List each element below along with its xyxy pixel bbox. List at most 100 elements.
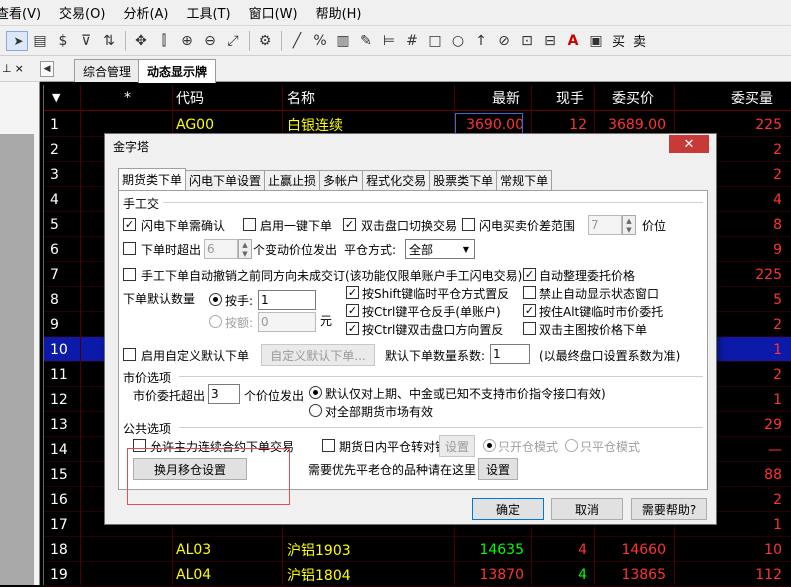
zoom-in-icon[interactable]: ⊕ [176, 30, 198, 52]
menu-view[interactable]: 查看(V) [0, 3, 50, 22]
ctrl-dbl-checkbox[interactable]: ✓ [346, 322, 359, 335]
lock-icon[interactable]: ⊡ [516, 30, 538, 52]
flash-range-checkbox[interactable] [462, 218, 475, 231]
col-name[interactable]: 名称 [287, 85, 315, 110]
row-number: 15 [50, 466, 68, 483]
row-vol: 4 [578, 541, 587, 558]
menu-help[interactable]: 帮助(H) [307, 3, 371, 22]
auto-cancel-checkbox[interactable] [123, 268, 136, 281]
menu-trade[interactable]: 交易(O) [50, 3, 114, 22]
zoom-out-icon[interactable]: ⊖ [199, 30, 221, 52]
filter-icon[interactable]: ⊽ [75, 30, 97, 52]
tab-comprehensive[interactable]: 综合管理 [74, 59, 141, 82]
close-method-select[interactable]: 全部 ▼ [405, 239, 475, 259]
arrow-up-icon[interactable]: ↑ [470, 30, 492, 52]
bars-icon[interactable]: ▥ [332, 30, 354, 52]
line-icon[interactable]: ╱ [286, 30, 308, 52]
col-code[interactable]: 代码 [176, 85, 204, 110]
table-row[interactable]: 19 AL04 沪铝1804 13870 4 13865 112 [44, 562, 791, 587]
market-exceed-input[interactable]: 3 [208, 384, 240, 404]
save-icon[interactable]: ▣ [585, 30, 607, 52]
default-coef-input[interactable]: 1 [490, 344, 530, 364]
col-bid[interactable]: 委买价 [612, 85, 654, 110]
col-last[interactable]: 最新 [492, 85, 520, 110]
circle-icon[interactable]: ○ [447, 30, 469, 52]
custom-default-checkbox[interactable] [123, 348, 136, 361]
sell-button[interactable]: 卖 [629, 31, 650, 50]
disable-status-checkbox[interactable] [523, 286, 536, 299]
menu-tools[interactable]: 工具(T) [177, 3, 239, 22]
intraday-lock-checkbox[interactable] [322, 439, 335, 452]
trash-icon[interactable]: ⊟ [539, 30, 561, 52]
note-icon[interactable]: ▤ [29, 30, 51, 52]
close-only-radio[interactable] [565, 439, 578, 452]
tab-scroll-left-icon[interactable]: ◀ [40, 61, 54, 77]
ctrl-close-checkbox[interactable]: ✓ [346, 304, 359, 317]
all-futures-radio[interactable] [309, 404, 322, 417]
help-button[interactable]: 需要帮助? [631, 498, 707, 520]
dialog-close-button[interactable]: ✕ [669, 135, 709, 153]
timeout-spinner[interactable]: ▲ ▼ [238, 239, 252, 259]
sort-icon[interactable]: ▼ [52, 85, 60, 110]
rectangle-icon[interactable]: □ [424, 30, 446, 52]
col-vol[interactable]: 现手 [556, 85, 584, 110]
move-icon[interactable]: ✥ [130, 30, 152, 52]
auto-adjust-checkbox[interactable]: ✓ [523, 268, 536, 281]
all-futures-label: 对全部期货市场有效 [325, 405, 434, 419]
dblclick-chart-checkbox[interactable] [523, 322, 536, 335]
grid-icon[interactable]: # [401, 30, 423, 52]
expand-icon[interactable]: ⤢ [222, 30, 244, 52]
hand-qty-input[interactable]: 1 [258, 290, 316, 310]
flash-range-input[interactable]: 7 [588, 215, 622, 235]
shift-reverse-checkbox[interactable]: ✓ [346, 286, 359, 299]
gear-icon[interactable]: ⚙ [254, 30, 276, 52]
fib-icon[interactable]: ⊨ [378, 30, 400, 52]
one-click-checkbox[interactable] [243, 218, 256, 231]
menu-analysis[interactable]: 分析(A) [114, 3, 177, 22]
custom-default-button[interactable]: 自定义默认下单... [261, 344, 375, 366]
tab-dynamic-board[interactable]: 动态显示牌 [138, 59, 217, 83]
alt-market-checkbox[interactable]: ✓ [523, 304, 536, 317]
fit-icon[interactable]: ⫿ [153, 30, 175, 52]
section-divider [179, 427, 703, 428]
close-icon[interactable]: × [15, 62, 24, 75]
flash-confirm-checkbox[interactable]: ✓ [123, 218, 136, 231]
dollar-icon[interactable]: $ [52, 30, 74, 52]
table-row[interactable]: 18 AL03 沪铝1903 14635 4 14660 10 [44, 537, 791, 562]
tab-stock-order[interactable]: 股票类下单 [429, 170, 498, 190]
cancel-button[interactable]: 取消 [551, 498, 623, 520]
tab-futures-order[interactable]: 期货类下单 [118, 168, 187, 190]
buy-button[interactable]: 买 [608, 31, 629, 50]
tab-flash-order[interactable]: 闪电下单设置 [185, 170, 266, 190]
ok-button[interactable]: 确定 [472, 498, 544, 520]
by-hand-radio[interactable] [209, 293, 222, 306]
timeout-checkbox[interactable] [123, 242, 136, 255]
tab-stop[interactable]: 止赢止损 [264, 170, 321, 190]
col-star[interactable]: * [124, 85, 131, 110]
tab-multi-account[interactable]: 多帐户 [319, 170, 364, 190]
priority-settings-button[interactable]: 设置 [478, 458, 518, 480]
dblclick-switch-label: 双击盘口切换交易 [361, 219, 458, 233]
timeout-input[interactable]: 6 [204, 239, 238, 259]
text-color-icon[interactable]: A [562, 30, 584, 52]
section-divider [179, 376, 703, 377]
pin-icon[interactable]: ⊥ [2, 62, 12, 75]
cross-icon[interactable]: ⊘ [493, 30, 515, 52]
disable-status-label: 禁止自动显示状态窗口 [539, 287, 660, 301]
tab-programmatic[interactable]: 程式化交易 [362, 170, 431, 190]
amount-input[interactable]: 0 [258, 312, 316, 332]
alt-market-label: 按住Alt键临时市价委托 [539, 305, 664, 319]
col-bidvol[interactable]: 委买量 [731, 85, 773, 110]
tab-regular-order[interactable]: 常规下单 [496, 170, 553, 190]
lock-settings-button[interactable]: 设置 [439, 435, 475, 457]
default-only-radio[interactable] [309, 386, 322, 399]
open-only-radio[interactable] [483, 439, 496, 452]
by-amount-radio[interactable] [209, 315, 222, 328]
flash-range-spinner[interactable]: ▲ ▼ [622, 215, 636, 235]
menu-window[interactable]: 窗口(W) [240, 3, 307, 22]
percent-icon[interactable]: % [309, 30, 331, 52]
pen-icon[interactable]: ✎ [355, 30, 377, 52]
chart-icon[interactable]: ⇅ [98, 30, 120, 52]
cursor-icon[interactable]: ➤ [6, 30, 28, 51]
dblclick-switch-checkbox[interactable]: ✓ [343, 218, 356, 231]
